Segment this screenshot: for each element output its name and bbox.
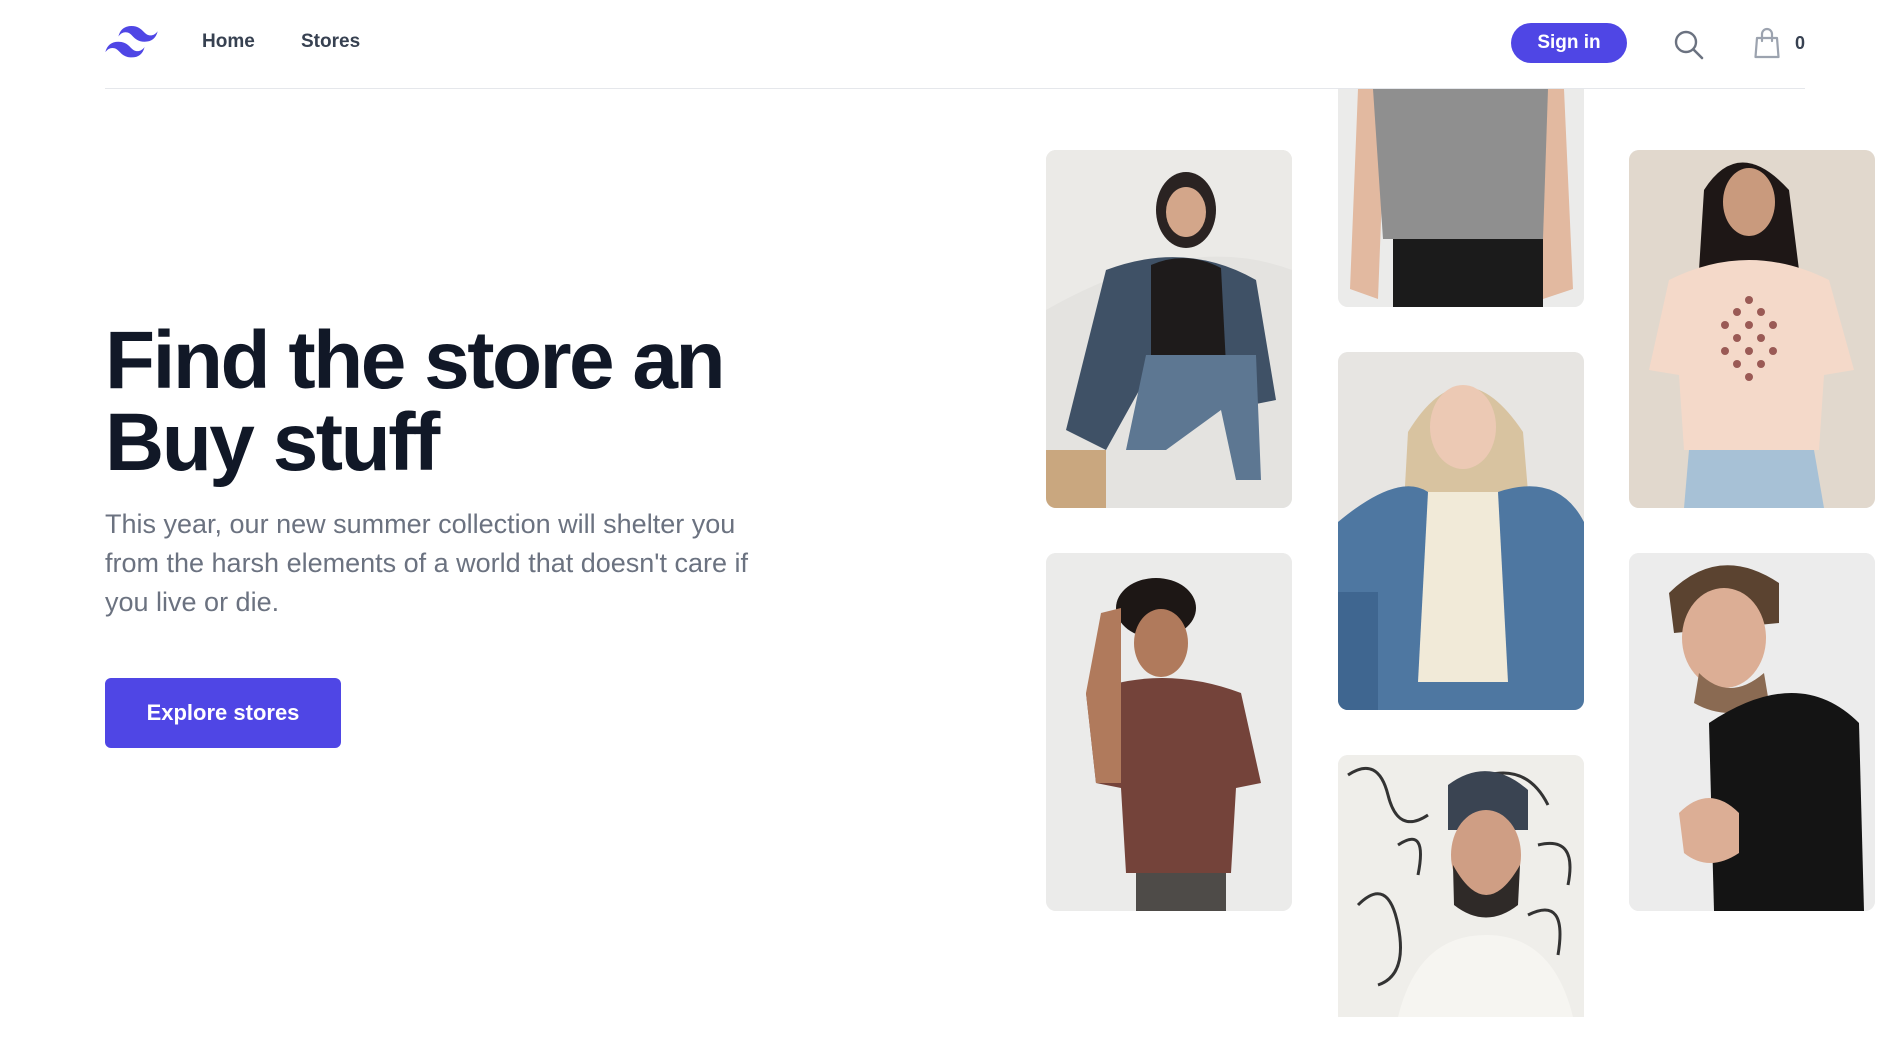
woman-denim-jacket-black-tee-photo	[1046, 150, 1292, 508]
blonde-woman-denim-jacket-photo	[1338, 352, 1584, 710]
curly-man-brown-tee-photo	[1046, 553, 1292, 911]
shopping-bag-icon	[1754, 27, 1780, 59]
explore-stores-button[interactable]: Explore stores	[105, 678, 341, 748]
hero-title-line-2: Buy stuff	[105, 397, 440, 488]
cart-button[interactable]: 0	[1753, 27, 1810, 61]
tailwind-logo-icon[interactable]	[105, 26, 158, 58]
nav-link-home[interactable]: Home	[202, 31, 255, 53]
page: Home Stores Sign in 0 Find the store an …	[0, 0, 1900, 1064]
sign-in-button[interactable]: Sign in	[1511, 23, 1627, 63]
man-black-tee-photo	[1629, 553, 1875, 911]
bearded-man-beanie-photo	[1338, 755, 1584, 1017]
man-gray-tee-photo	[1338, 89, 1584, 307]
hero-title-line-1: Find the store an	[105, 315, 726, 406]
cart-count: 0	[1795, 33, 1806, 53]
hero-title: Find the store an Buy stuff	[105, 320, 825, 484]
site-header: Home Stores Sign in 0	[105, 0, 1805, 89]
search-icon	[1674, 30, 1704, 60]
hero-description: This year, our new summer collection wil…	[105, 509, 748, 617]
nav-link-stores[interactable]: Stores	[301, 31, 360, 53]
search-button[interactable]	[1673, 29, 1704, 60]
woman-pink-graphic-tee-photo	[1629, 150, 1875, 508]
